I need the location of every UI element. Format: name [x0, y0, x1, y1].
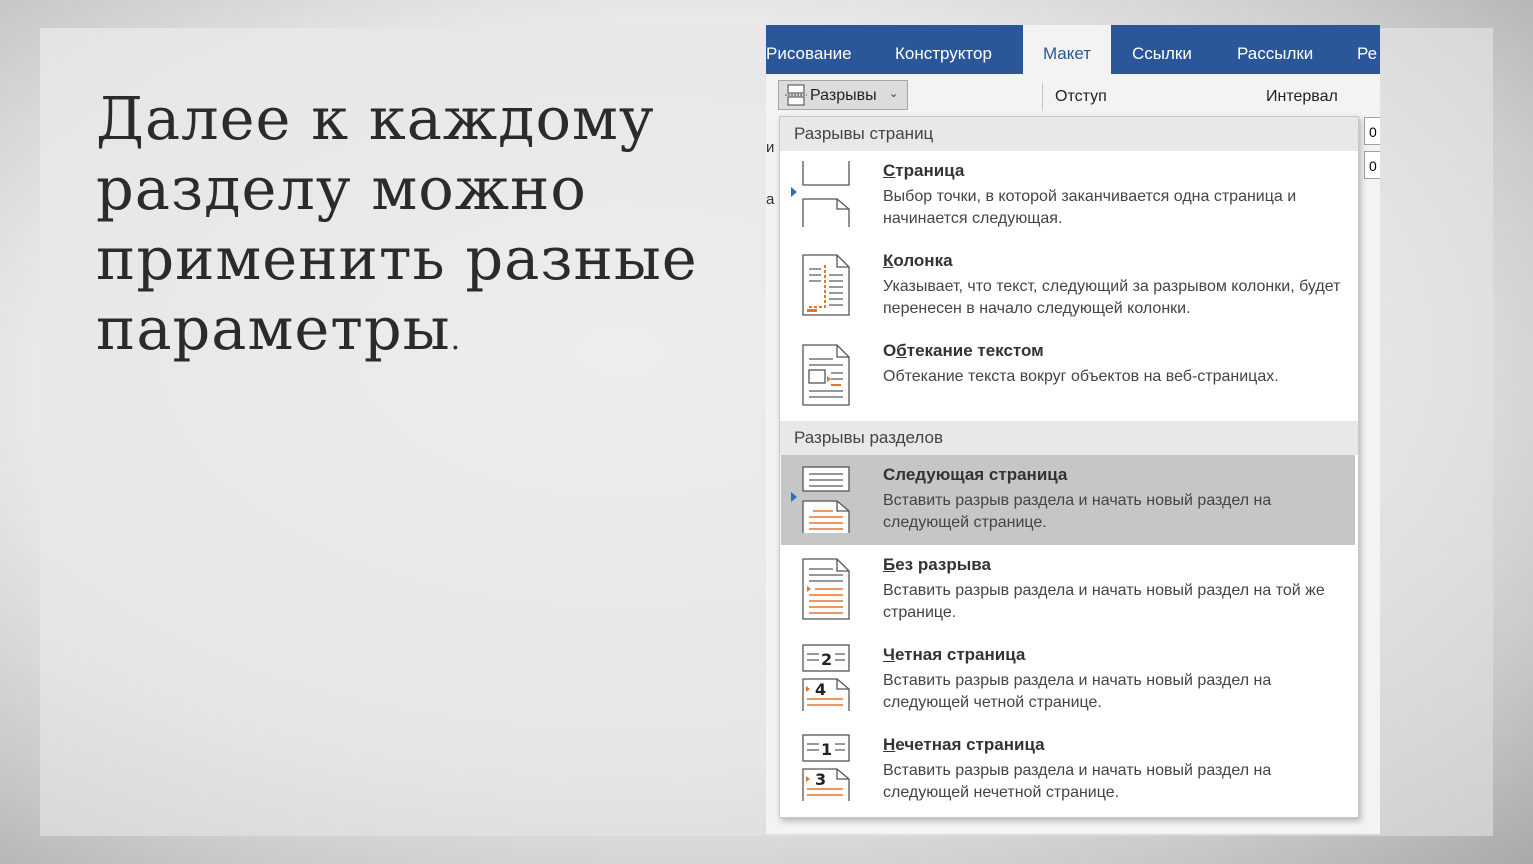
- odd-page-icon: 1 3: [802, 734, 850, 801]
- slide-text-period: .: [450, 322, 462, 357]
- menu-item-column[interactable]: Колонка Указывает, что текст, следующий …: [781, 241, 1355, 331]
- mnemonic-letter: б: [896, 341, 907, 360]
- tab-drawing[interactable]: Рисование: [766, 25, 866, 74]
- ribbon-tab-bar: Рисование Конструктор Макет Ссылки Рассы…: [766, 25, 1380, 74]
- menu-item-continuous[interactable]: Без разрыва Вставить разрыв раздела и на…: [781, 545, 1355, 635]
- menu-item-page[interactable]: Страница Выбор точки, в которой заканчив…: [781, 151, 1355, 241]
- title-rest: ез разрыва: [895, 555, 991, 574]
- menu-item-text-wrapping[interactable]: Обтекание текстом Обтекание текста вокру…: [781, 331, 1355, 421]
- slide-text-line: Далее к каждому: [96, 84, 655, 153]
- breaks-button[interactable]: Разрывы ⌄: [778, 80, 908, 110]
- even-page-icon: 2 4: [802, 644, 850, 711]
- next-page-icon: [802, 466, 850, 533]
- even-badge-top: 2: [821, 650, 832, 669]
- mnemonic-letter: Ч: [883, 645, 895, 664]
- mnemonic-letter: Б: [883, 555, 896, 574]
- breaks-button-label: Разрывы: [810, 87, 877, 104]
- page-break-icon: [802, 161, 850, 227]
- menu-item-title: Четная страница: [883, 645, 1025, 665]
- clipped-text: и: [766, 139, 775, 156]
- mnemonic-letter: С: [883, 161, 896, 180]
- indent-label: Отступ: [1055, 88, 1107, 105]
- mnemonic-letter: Н: [883, 735, 896, 754]
- menu-item-description: Выбор точки, в которой заканчивается одн…: [883, 188, 1297, 227]
- menu-item-title: Страница: [883, 161, 964, 181]
- slide-text-line: разделу можно: [96, 154, 587, 223]
- slide-text-line: параметры: [96, 294, 451, 363]
- word-screenshot: Рисование Конструктор Макет Ссылки Рассы…: [766, 25, 1380, 834]
- odd-badge-top: 1: [821, 740, 832, 759]
- odd-badge-bottom: 3: [815, 770, 826, 789]
- even-badge-bottom: 4: [815, 680, 826, 699]
- clipped-text: а: [766, 191, 775, 208]
- tab-layout[interactable]: Макет: [1023, 25, 1111, 74]
- menu-item-description: Вставить разрыв раздела и начать новый р…: [883, 672, 1272, 711]
- menu-item-description: Вставить разрыв раздела и начать новый р…: [883, 492, 1272, 531]
- column-break-icon: [802, 254, 850, 316]
- menu-item-description: Вставить разрыв раздела и начать новый р…: [883, 582, 1325, 621]
- text-wrapping-icon: [802, 344, 850, 406]
- menu-item-next-page[interactable]: Следующая страница Вставить разрыв разде…: [781, 455, 1355, 545]
- slide-text-line: применить разные: [96, 224, 698, 293]
- chevron-down-icon: ⌄: [889, 88, 899, 100]
- tab-design[interactable]: Конструктор: [895, 25, 1015, 74]
- title-rest: ечетная страница: [895, 735, 1045, 754]
- title-rest: траница: [895, 161, 965, 180]
- title-rest: О: [883, 341, 897, 360]
- breaks-dropdown-menu: Разрывы страниц Страница Выбор точки, в …: [779, 116, 1359, 818]
- menu-item-title: Без разрыва: [883, 555, 991, 575]
- section-breaks-header: Разрывы разделов: [780, 421, 1358, 455]
- continuous-icon: [802, 558, 850, 620]
- ribbon-separator: [1042, 83, 1043, 111]
- menu-item-title: Следующая страница: [883, 465, 1068, 484]
- menu-item-description: Обтекание текста вокруг объектов на веб-…: [883, 368, 1279, 385]
- spacing-before-field[interactable]: 0: [1364, 117, 1380, 145]
- tab-mailings[interactable]: Рассылки: [1237, 25, 1337, 74]
- title-rest: етная страница: [894, 645, 1026, 664]
- page-breaks-header: Разрывы страниц: [780, 117, 1358, 151]
- menu-item-odd-page[interactable]: 1 3 Нечетная страница Вставить разрыв ра…: [781, 725, 1355, 815]
- spacing-after-field[interactable]: 0: [1364, 151, 1380, 179]
- spacing-label: Интервал: [1266, 88, 1338, 105]
- title-rest: олонка: [893, 251, 953, 270]
- menu-item-description: Указывает, что текст, следующий за разры…: [883, 278, 1341, 317]
- tab-review[interactable]: Ре: [1357, 25, 1380, 74]
- menu-item-description: Вставить разрыв раздела и начать новый р…: [883, 762, 1272, 801]
- title-rest: текание текстом: [906, 341, 1044, 360]
- breaks-icon: [785, 84, 807, 106]
- menu-item-even-page[interactable]: 2 4 Четная страница Вставить разрыв разд…: [781, 635, 1355, 725]
- menu-item-title: Нечетная страница: [883, 735, 1045, 755]
- menu-item-title: Обтекание текстом: [883, 341, 1044, 361]
- slide-text: Далее к каждому разделу можно применить …: [96, 84, 736, 375]
- menu-item-title: Колонка: [883, 251, 953, 271]
- mnemonic-letter: К: [883, 251, 894, 270]
- tab-references[interactable]: Ссылки: [1132, 25, 1212, 74]
